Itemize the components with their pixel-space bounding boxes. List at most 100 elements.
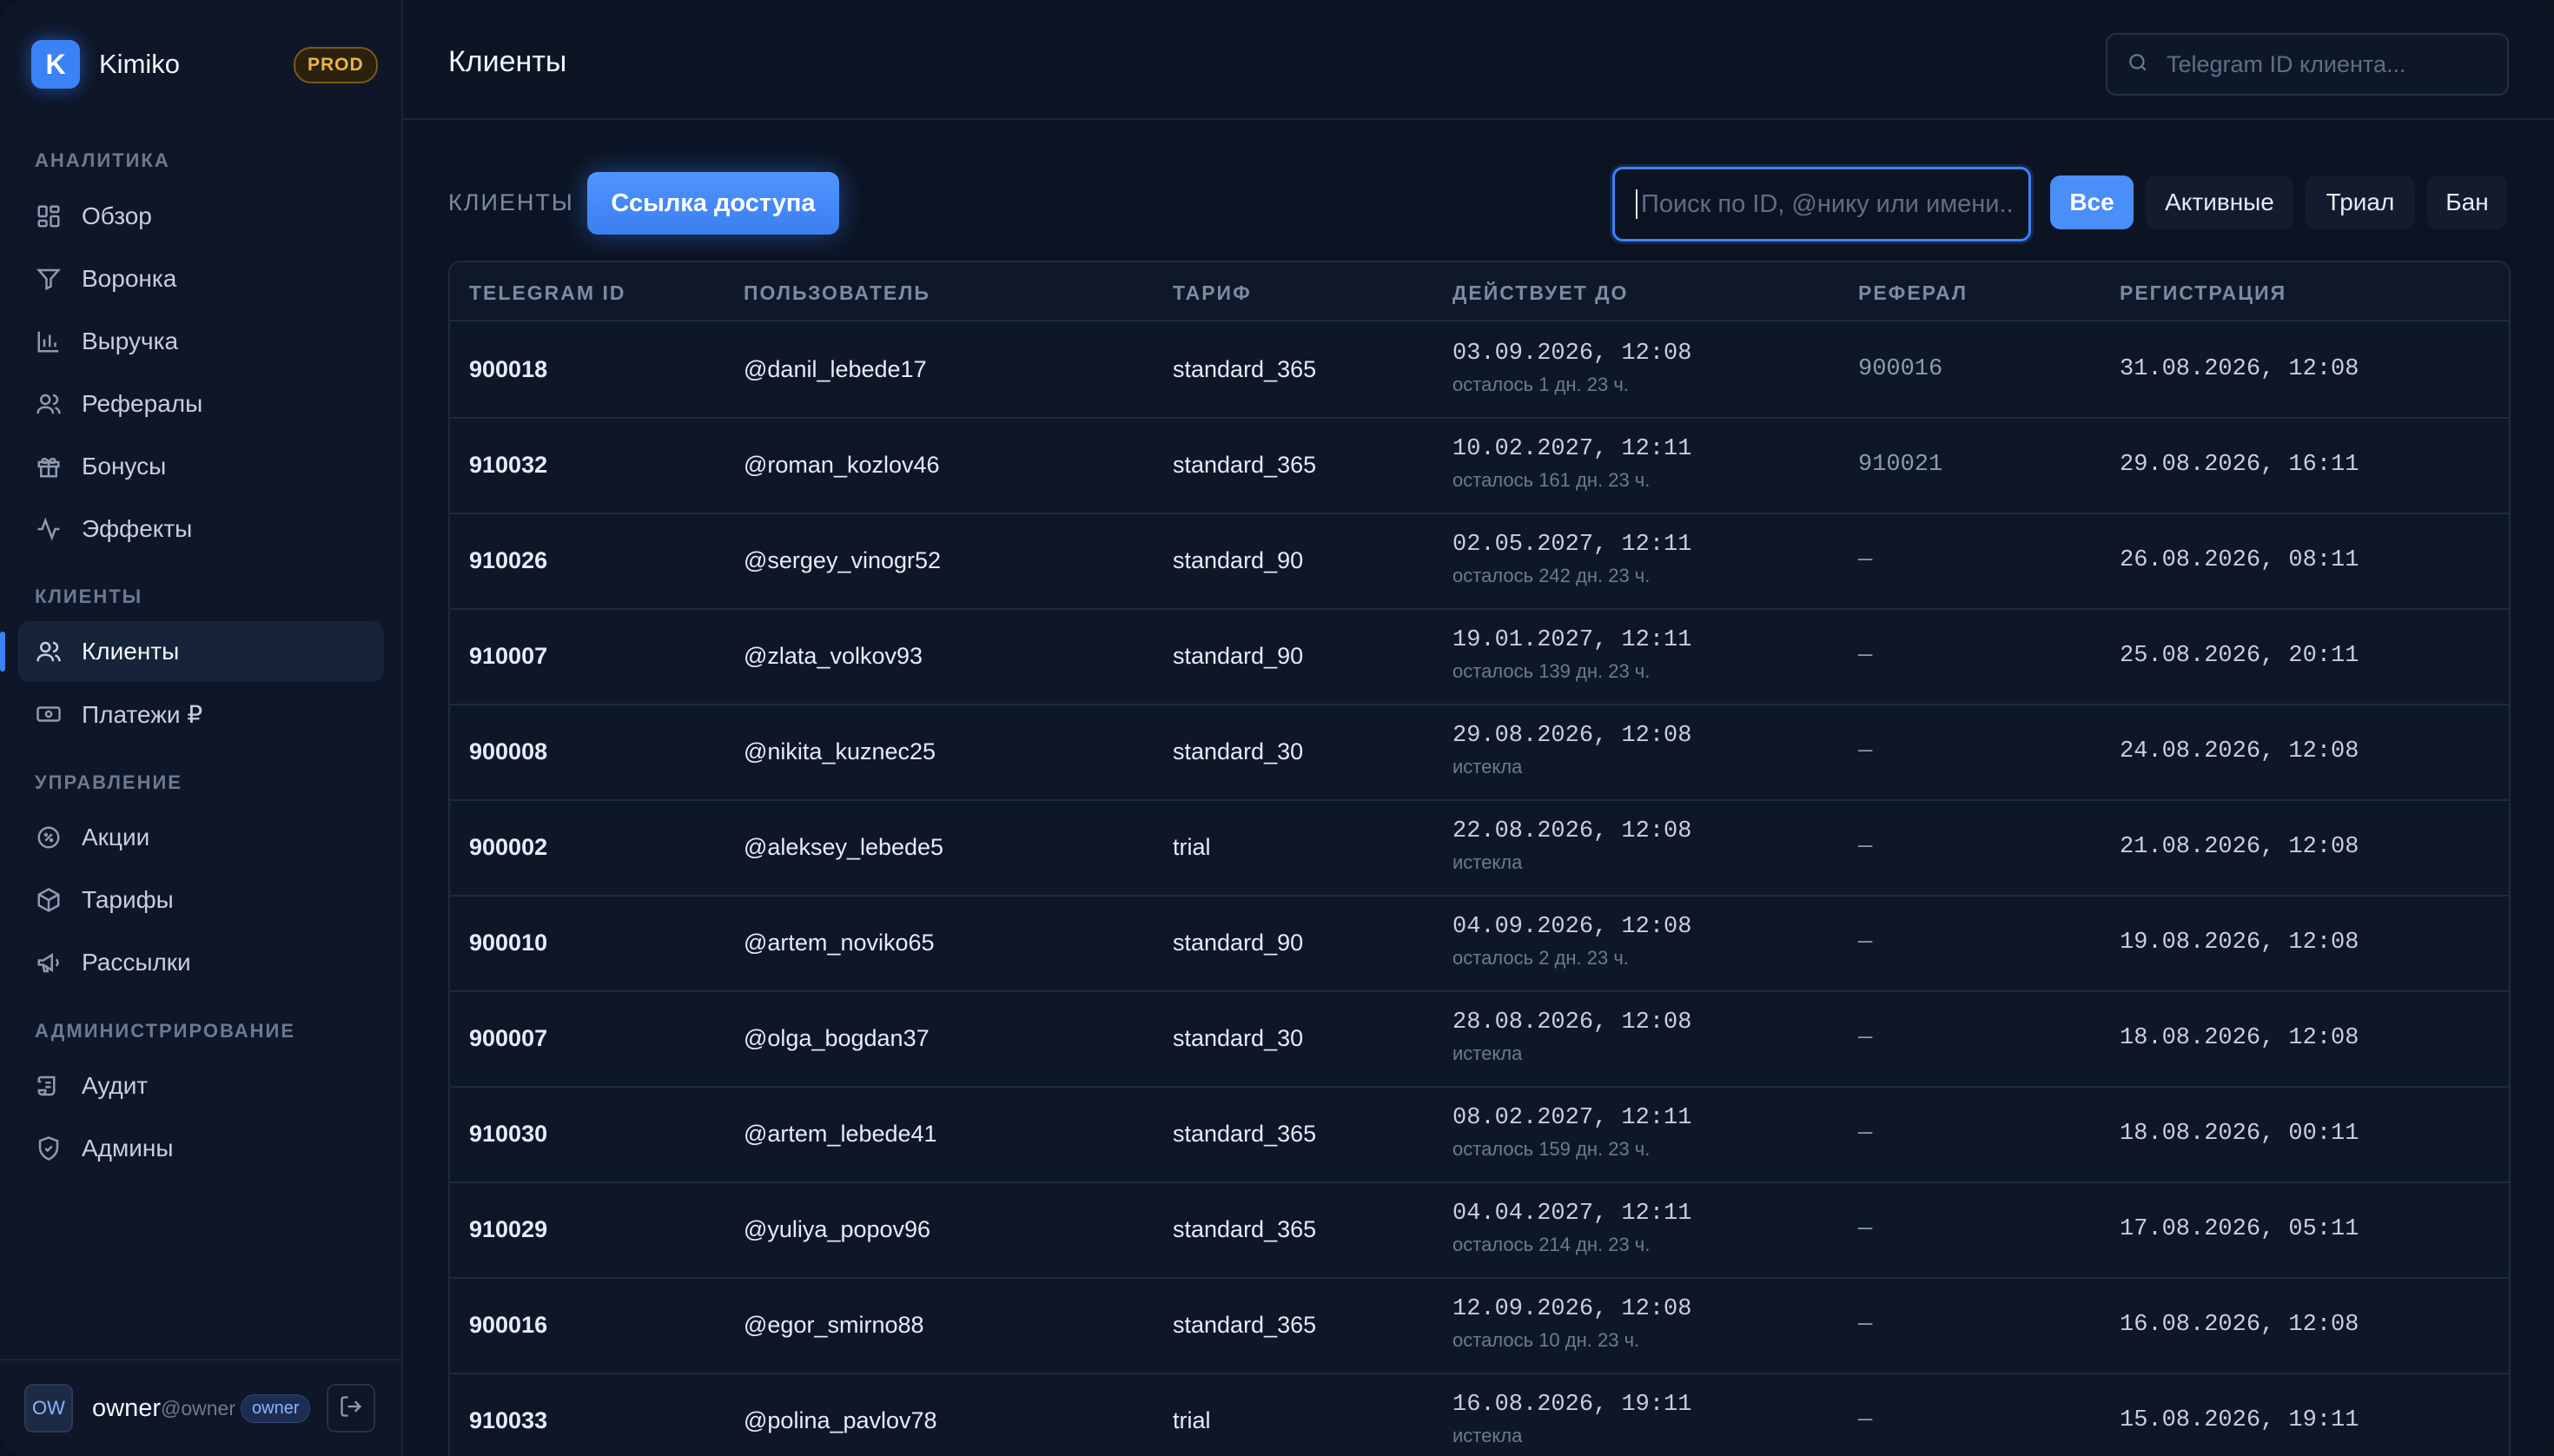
- cell-remaining: истекла: [1452, 1425, 1523, 1446]
- cell-telegram-id: 900008: [469, 738, 548, 764]
- cell-user[interactable]: @polina_pavlov78: [744, 1407, 937, 1434]
- sidebar-footer: OW owner @owner owner: [0, 1359, 401, 1456]
- brand-logo: K: [31, 40, 80, 89]
- cell-user[interactable]: @sergey_vinogr52: [744, 547, 941, 574]
- cell-user[interactable]: @olga_bogdan37: [744, 1025, 930, 1052]
- percent-badge-icon: [35, 824, 63, 851]
- client-id-search-input[interactable]: [2165, 50, 2498, 79]
- cell-remaining: истекла: [1452, 756, 1523, 778]
- top-header: Клиенты: [403, 0, 2554, 120]
- client-search-field[interactable]: [1612, 167, 2031, 242]
- logout-button[interactable]: [327, 1384, 375, 1433]
- sidebar-item-admins[interactable]: Админы: [17, 1118, 384, 1179]
- cell-registered: 24.08.2026, 12:08: [2120, 738, 2359, 764]
- filter-active[interactable]: Активные: [2146, 175, 2293, 229]
- bar-chart-icon: [35, 328, 63, 355]
- access-link-button[interactable]: Ссылка доступа: [587, 172, 839, 235]
- table-row[interactable]: 910007 @zlata_volkov93 standard_90 19.01.20…: [450, 608, 2509, 705]
- cell-tariff: standard_90: [1173, 643, 1304, 669]
- cell-tariff: standard_365: [1173, 356, 1317, 382]
- cell-referral: —: [1858, 1216, 1873, 1242]
- table-row[interactable]: 910029 @yuliya_popov96 standard_365 04.04.2…: [450, 1181, 2509, 1279]
- sidebar-item-label: Акции: [82, 824, 150, 850]
- sidebar-item-mailings[interactable]: Рассылки: [17, 932, 384, 993]
- sidebar-item-tariffs[interactable]: Тарифы: [17, 870, 384, 930]
- sidebar-item-payments[interactable]: Платежи ₽: [17, 684, 384, 745]
- cell-valid-until: 12.09.2026, 12:08: [1452, 1296, 1692, 1322]
- cell-registered: 17.08.2026, 05:11: [2120, 1216, 2359, 1242]
- cell-user[interactable]: @danil_lebede17: [744, 356, 927, 383]
- sidebar-item-label: Платежи ₽: [82, 700, 203, 728]
- sidebar-item-bonuses[interactable]: Бонусы: [17, 436, 384, 497]
- sidebar-item-revenue[interactable]: Выручка: [17, 311, 384, 372]
- sidebar: K Kimiko PROD АНАЛИТИКА Обзор Воронка Вы…: [0, 0, 403, 1456]
- cell-tariff: trial: [1173, 1407, 1211, 1433]
- sidebar-item-clients[interactable]: Клиенты: [17, 621, 384, 682]
- cell-referral: —: [1858, 1407, 1873, 1433]
- column-header-referral[interactable]: РЕФЕРАЛ: [1858, 281, 1968, 305]
- client-search-input[interactable]: [1639, 189, 2016, 220]
- sidebar-item-overview[interactable]: Обзор: [17, 186, 384, 247]
- column-header-tariff[interactable]: ТАРИФ: [1173, 281, 1252, 305]
- table-row[interactable]: 910026 @sergey_vinogr52 standard_90 02.05.2…: [450, 513, 2509, 610]
- cell-telegram-id: 910032: [469, 452, 548, 478]
- megaphone-icon: [35, 949, 63, 976]
- table-row[interactable]: 910030 @artem_lebede41 standard_365 08.02.2…: [450, 1086, 2509, 1183]
- column-header-valid-until[interactable]: ДЕЙСТВУЕТ ДО: [1452, 281, 1628, 305]
- column-header-telegram-id[interactable]: TELEGRAM ID: [469, 281, 625, 305]
- filter-trial[interactable]: Триал: [2306, 175, 2415, 229]
- table-row[interactable]: 910032 @roman_kozlov46 standard_365 10.02.2…: [450, 417, 2509, 514]
- cell-user[interactable]: @artem_lebede41: [744, 1121, 937, 1148]
- cell-referral: —: [1858, 1312, 1873, 1338]
- cell-registered: 16.08.2026, 12:08: [2120, 1312, 2359, 1338]
- cell-valid-until: 04.09.2026, 12:08: [1452, 914, 1692, 940]
- client-id-search[interactable]: [2106, 33, 2509, 96]
- cell-telegram-id: 900018: [469, 356, 548, 382]
- cell-referral: 900016: [1858, 356, 1943, 382]
- cell-telegram-id: 910026: [469, 547, 548, 573]
- cell-remaining: осталось 161 дн. 23 ч.: [1452, 469, 1651, 491]
- sidebar-item-label: Бонусы: [82, 453, 167, 480]
- gift-icon: [35, 453, 63, 480]
- table-row[interactable]: 910033 @polina_pavlov78 trial 16.08.2026, 1…: [450, 1373, 2509, 1456]
- cell-valid-until: 08.02.2027, 12:11: [1452, 1105, 1692, 1131]
- cell-tariff: standard_30: [1173, 738, 1304, 764]
- scroll-icon: [35, 1072, 63, 1100]
- cell-valid-until: 04.04.2027, 12:11: [1452, 1201, 1692, 1227]
- cell-referral: —: [1858, 547, 1873, 573]
- table-header: TELEGRAM ID ПОЛЬЗОВАТЕЛЬ ТАРИФ ДЕЙСТВУЕТ…: [450, 262, 2509, 321]
- user-handle: @owner: [161, 1396, 235, 1420]
- brand[interactable]: K Kimiko: [31, 40, 180, 89]
- table-row[interactable]: 900016 @egor_smirno88 standard_365 12.09.20…: [450, 1277, 2509, 1374]
- cell-user[interactable]: @roman_kozlov46: [744, 452, 940, 479]
- cell-referral: —: [1858, 1121, 1873, 1147]
- sidebar-item-effects[interactable]: Эффекты: [17, 499, 384, 559]
- cell-user[interactable]: @nikita_kuznec25: [744, 738, 936, 765]
- nav-section-administration: АДМИНИСТРИРОВАНИЕ: [35, 1020, 296, 1042]
- user-name: owner: [92, 1393, 161, 1422]
- sidebar-item-promotions[interactable]: Акции: [17, 807, 384, 868]
- table-row[interactable]: 900018 @danil_lebede17 standard_365 03.09.2…: [450, 321, 2509, 419]
- cell-user[interactable]: @egor_smirno88: [744, 1312, 924, 1339]
- shield-icon: [35, 1135, 63, 1162]
- column-header-registration[interactable]: РЕГИСТРАЦИЯ: [2120, 281, 2286, 305]
- table-row[interactable]: 900008 @nikita_kuznec25 standard_30 29.08.2…: [450, 704, 2509, 801]
- column-header-user[interactable]: ПОЛЬЗОВАТЕЛЬ: [744, 281, 930, 305]
- filter-all[interactable]: Все: [2050, 175, 2134, 229]
- table-row[interactable]: 900007 @olga_bogdan37 standard_30 28.08.202…: [450, 990, 2509, 1088]
- cell-user[interactable]: @artem_noviko65: [744, 930, 935, 956]
- table-row[interactable]: 900010 @artem_noviko65 standard_90 04.09.20…: [450, 895, 2509, 992]
- cell-telegram-id: 910007: [469, 643, 548, 669]
- sidebar-item-label: Обзор: [82, 202, 152, 229]
- filter-ban[interactable]: Бан: [2427, 175, 2507, 229]
- cell-tariff: standard_365: [1173, 452, 1317, 478]
- sidebar-item-funnel[interactable]: Воронка: [17, 248, 384, 309]
- sidebar-item-referrals[interactable]: Рефералы: [17, 374, 384, 434]
- cell-user[interactable]: @aleksey_lebede5: [744, 834, 943, 861]
- cell-user[interactable]: @yuliya_popov96: [744, 1216, 930, 1243]
- avatar[interactable]: OW: [24, 1384, 73, 1433]
- table-row[interactable]: 900002 @aleksey_lebede5 trial 22.08.2026, 1…: [450, 799, 2509, 897]
- cell-referral: —: [1858, 643, 1873, 669]
- cell-user[interactable]: @zlata_volkov93: [744, 643, 923, 670]
- sidebar-item-audit[interactable]: Аудит: [17, 1056, 384, 1116]
